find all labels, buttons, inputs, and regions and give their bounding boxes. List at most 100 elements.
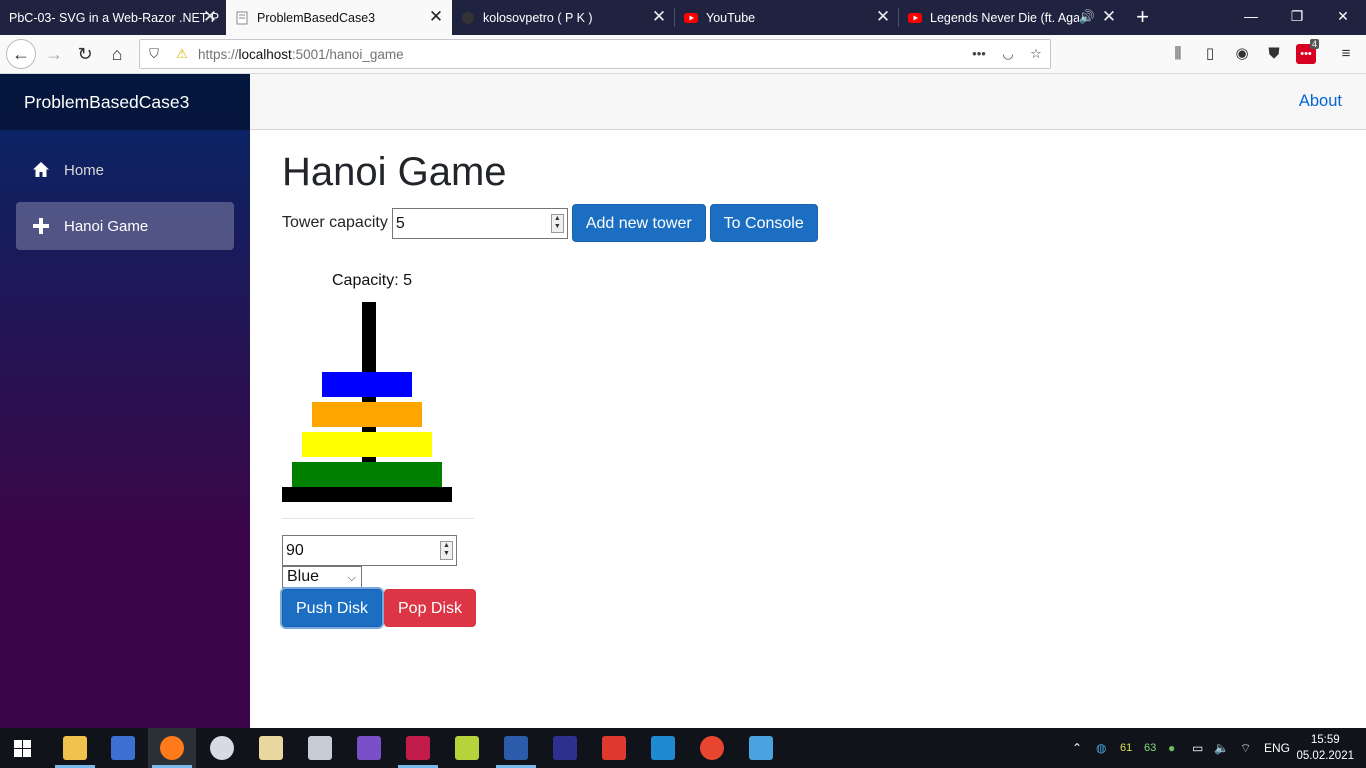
- wifi-icon[interactable]: ⌔: [1240, 728, 1251, 768]
- file-explorer-icon[interactable]: [63, 736, 87, 760]
- sidebar-item-hanoi-game[interactable]: Hanoi Game: [16, 202, 234, 250]
- sidebar-item-label: Home: [64, 161, 105, 179]
- language-indicator[interactable]: ENG: [1264, 728, 1290, 768]
- more-icon[interactable]: •••: [971, 46, 987, 62]
- visual-studio-icon[interactable]: [357, 736, 381, 760]
- restore-button[interactable]: ❐: [1274, 0, 1320, 35]
- gpu-temp[interactable]: 63: [1144, 728, 1156, 768]
- cpu-temp[interactable]: 61: [1120, 728, 1132, 768]
- browser-tab[interactable]: kolosovpetro ( P K ) ✕: [452, 0, 675, 35]
- powershell-icon[interactable]: [504, 736, 528, 760]
- shield-icon[interactable]: ⛉: [146, 46, 162, 62]
- forward-button[interactable]: →: [40, 40, 68, 68]
- capacity-input[interactable]: 5 ▲ ▼: [391, 207, 568, 239]
- browser-tab[interactable]: Legends Never Die (ft. Again 🔊 ✕: [899, 0, 1125, 35]
- extension-badge: 4: [1310, 39, 1320, 49]
- plus-icon: [33, 218, 49, 234]
- browser-tab[interactable]: YouTube ✕: [675, 0, 899, 35]
- sidebar: ProblemBasedCase3 Home Hanoi Game: [0, 74, 250, 728]
- youtube-icon: [684, 12, 698, 23]
- url-text[interactable]: https://localhost:5001/hanoi_game: [198, 47, 404, 62]
- pop-disk-button[interactable]: Pop Disk: [384, 589, 477, 627]
- close-window-button[interactable]: ✕: [1320, 0, 1366, 35]
- to-console-button[interactable]: To Console: [709, 204, 818, 242]
- disk-width-input[interactable]: 90 ▲ ▼: [282, 535, 457, 566]
- browser-tab-strip: PbC-03- SVG in a Web-Razor .NET P ✕ Prob…: [0, 0, 1366, 35]
- close-icon[interactable]: ✕: [202, 8, 218, 25]
- volume-icon[interactable]: 🔈: [1214, 728, 1229, 768]
- clock[interactable]: 15:59 05.02.2021: [1296, 732, 1354, 764]
- tab-title: PbC-03- SVG in a Web-Razor .NET P: [9, 10, 220, 25]
- about-link[interactable]: About: [1299, 92, 1342, 111]
- page-icon: [236, 11, 248, 24]
- ublock-icon[interactable]: ⛊: [1264, 44, 1284, 64]
- new-tab-button[interactable]: +: [1125, 0, 1160, 35]
- home-button[interactable]: ⌂: [103, 40, 131, 68]
- tower-disk: [312, 402, 422, 427]
- tab-title: Legends Never Die (ft. Again: [930, 10, 1079, 25]
- printer-icon[interactable]: [308, 736, 332, 760]
- clock-date: 05.02.2021: [1296, 750, 1354, 762]
- notes-icon[interactable]: [259, 736, 283, 760]
- minimize-button[interactable]: —: [1228, 0, 1274, 35]
- paint-icon[interactable]: [210, 736, 234, 760]
- browser-tab[interactable]: PbC-03- SVG in a Web-Razor .NET P ✕: [0, 0, 226, 35]
- library-icon[interactable]: ⫼: [1168, 44, 1188, 64]
- tab-title: kolosovpetro ( P K ): [483, 10, 593, 25]
- tower-disk: [292, 462, 442, 487]
- url-bar[interactable]: ⛉ ⚠ https://localhost:5001/hanoi_game ••…: [139, 39, 1051, 69]
- intellij-icon[interactable]: [553, 736, 577, 760]
- close-icon[interactable]: ✕: [875, 8, 891, 25]
- sidebar-item-home[interactable]: Home: [16, 146, 234, 194]
- tab-title: YouTube: [706, 10, 756, 25]
- disk-color-select[interactable]: Blue ⌵: [282, 566, 362, 588]
- ccleaner-icon[interactable]: [700, 736, 724, 760]
- windows-start-icon[interactable]: [14, 740, 31, 757]
- virtualbox-icon[interactable]: [749, 736, 773, 760]
- tower-disk: [322, 372, 412, 397]
- rider-icon[interactable]: [406, 736, 430, 760]
- sidebar-item-label: Hanoi Game: [64, 217, 149, 235]
- close-icon[interactable]: ✕: [428, 8, 444, 25]
- clock-time: 15:59: [1310, 734, 1340, 746]
- disk-color-selected: Blue: [287, 568, 320, 585]
- spinner-icon[interactable]: ▲ ▼: [440, 541, 453, 560]
- network-globe-icon[interactable]: ◍: [1096, 728, 1106, 768]
- firefox-icon[interactable]: [160, 736, 184, 760]
- hanoi-tower: [282, 302, 452, 502]
- add-tower-button[interactable]: Add new tower: [571, 204, 706, 242]
- top-row: About: [250, 74, 1366, 130]
- capacity-value: 5: [395, 214, 405, 232]
- save-app-icon[interactable]: [111, 736, 135, 760]
- disk-width-value: 90: [286, 542, 304, 559]
- close-icon[interactable]: ✕: [651, 8, 667, 25]
- youtube-icon: [908, 12, 922, 23]
- tower-base: [282, 487, 452, 502]
- account-icon[interactable]: ◉: [1232, 44, 1252, 64]
- bookmark-star-icon[interactable]: ☆: [1028, 46, 1044, 62]
- battery-icon[interactable]: ▭: [1192, 728, 1203, 768]
- pocket-icon[interactable]: ◡: [1000, 46, 1016, 62]
- windows-taskbar: ⌃ ◍ 61 63 ● ▭ 🔈 ⌔ ENG 15:59 05.02.2021: [0, 728, 1366, 768]
- browser-tab-active[interactable]: ProblemBasedCase3 ✕: [226, 0, 452, 35]
- github-icon: [462, 11, 474, 24]
- spinner-icon[interactable]: ▲ ▼: [550, 213, 564, 233]
- brand-title[interactable]: ProblemBasedCase3: [24, 92, 189, 113]
- settings-app-icon[interactable]: [602, 736, 626, 760]
- tab-title: ProblemBasedCase3: [257, 10, 376, 25]
- warning-lock-icon[interactable]: ⚠: [174, 46, 190, 62]
- check-shield-icon[interactable]: ●: [1168, 728, 1175, 768]
- home-icon: [33, 162, 49, 177]
- speaker-icon[interactable]: 🔊: [1079, 9, 1095, 25]
- vscode-icon[interactable]: [651, 736, 675, 760]
- menu-icon[interactable]: ≡: [1336, 44, 1356, 64]
- reload-button[interactable]: ↻: [71, 40, 99, 68]
- tower-capacity-label: Capacity: 5: [332, 272, 413, 289]
- push-disk-button[interactable]: Push Disk: [282, 589, 383, 627]
- sidebar-header: ProblemBasedCase3: [0, 74, 250, 130]
- tray-expand-icon[interactable]: ⌃: [1072, 728, 1082, 768]
- clip-app-icon[interactable]: [455, 736, 479, 760]
- sidebar-toggle-icon[interactable]: ▯: [1200, 44, 1220, 64]
- back-button[interactable]: ←: [6, 39, 36, 69]
- close-icon[interactable]: ✕: [1101, 8, 1117, 25]
